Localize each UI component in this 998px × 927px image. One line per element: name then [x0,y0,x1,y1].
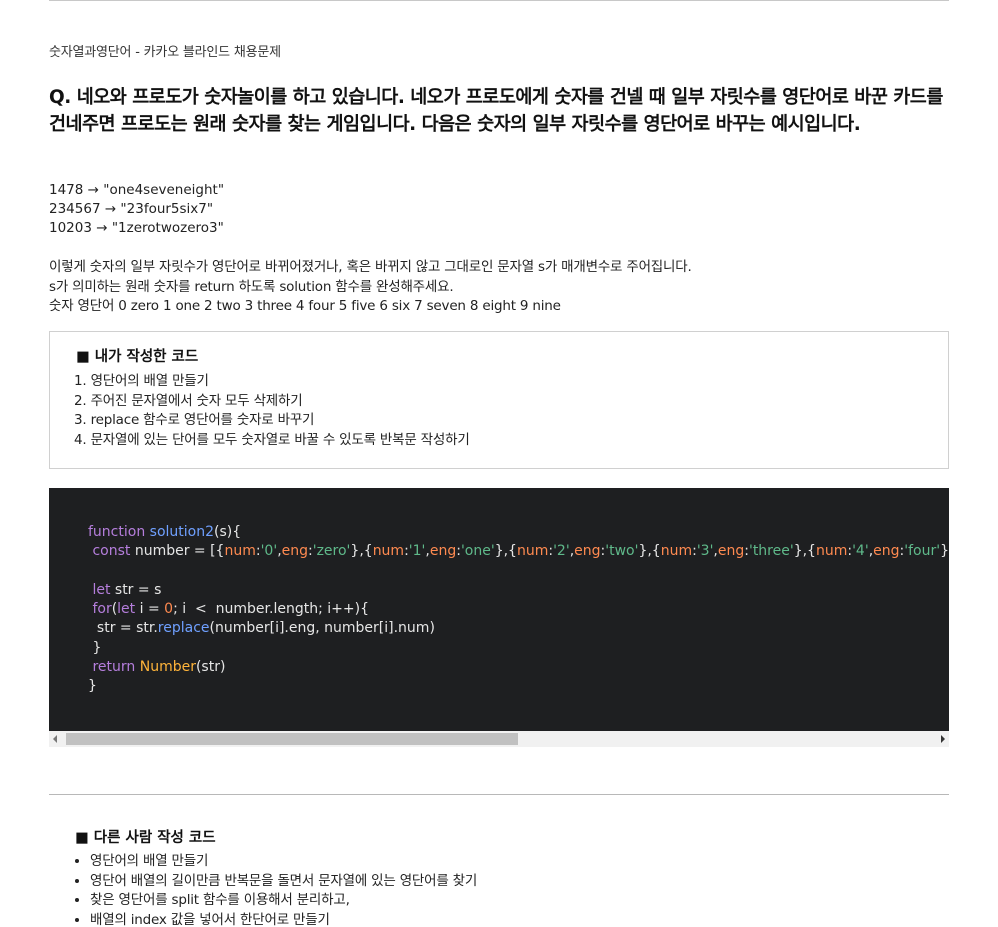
list-item: 영단어 배열의 길이만큼 반복문을 돌면서 문자열에 있는 영단어를 찾기 [90,872,477,892]
top-divider [49,0,949,1]
list-item: 영단어의 배열 만들기 [90,852,477,872]
code-block: function solution2(s){ const number = [{… [49,488,949,731]
code-line-9: } [88,678,97,695]
other-code-list: 영단어의 배열 만들기 영단어 배열의 길이만큼 반복문을 돌면서 문자열에 있… [90,852,477,927]
description-line: 이렇게 숫자의 일부 자릿수가 영단어로 바뀌어졌거나, 혹은 바뀌지 않고 그… [49,259,692,275]
step-item: 4. 문자열에 있는 단어를 모두 숫자열로 바꿀 수 있도록 반복문 작성하기 [74,431,470,448]
example-line: 234567 → "23four5six7" [49,201,214,217]
code-line-5: for(let i = 0; i < number.length; i++){ [92,601,369,618]
step-item: 3. replace 함수로 영단어를 숫자로 바꾸기 [74,412,315,428]
example-line: 1478 → "one4seveneight" [49,182,225,198]
scroll-left-arrow-icon[interactable] [53,735,57,743]
scroll-right-arrow-icon[interactable] [941,735,945,743]
code-line-6: str = str.replace(number[i].eng, number[… [96,620,435,637]
code-horizontal-scrollbar[interactable] [49,731,949,747]
description-line: s가 의미하는 원래 숫자를 return 하도록 solution 함수를 완… [49,278,454,295]
list-item: 찾은 영단어를 split 함수를 이용해서 분리하고, [90,891,477,911]
code-content: function solution2(s){ const number = [{… [88,523,949,697]
code-line-1: function solution2(s){ [88,524,242,540]
step-item: 2. 주어진 문자열에서 숫자 모두 삭제하기 [74,392,303,409]
examples-list: 1478 → "one4seveneight" 234567 → "23four… [49,181,224,238]
code-line-2: const number = [{num:'0',eng:'zero'},{nu… [92,543,949,560]
example-line: 10203 → "1zerotwozero3" [49,220,224,236]
code-line-8: return Number(str) [92,659,226,676]
my-code-box: ■ 내가 작성한 코드 1. 영단어의 배열 만들기 2. 주어진 문자열에서 … [49,331,949,469]
post-subtitle: 숫자열과영단어 - 카카오 블라인드 채용문제 [49,45,281,60]
question-heading: Q. 네오와 프로도가 숫자놀이를 하고 있습니다. 네오가 프로도에게 숫자를… [49,87,943,135]
step-item: 1. 영단어의 배열 만들기 [74,373,209,389]
list-item: 배열의 index 값을 넣어서 한단어로 만들기 [90,911,477,927]
description-line: 숫자 영단어 0 zero 1 one 2 two 3 three 4 four… [49,298,561,314]
code-line-7: } [92,639,102,656]
my-code-heading: ■ 내가 작성한 코드 [76,349,199,365]
section-divider [49,794,949,795]
code-line-4: let str = s [92,581,162,598]
problem-description: 이렇게 숫자의 일부 자릿수가 영단어로 바뀌어졌거나, 혹은 바뀌지 않고 그… [49,258,692,317]
my-code-steps: 1. 영단어의 배열 만들기 2. 주어진 문자열에서 숫자 모두 삭제하기 3… [74,372,470,450]
other-code-heading: ■ 다른 사람 작성 코드 [75,830,216,846]
scrollbar-thumb[interactable] [66,733,518,745]
